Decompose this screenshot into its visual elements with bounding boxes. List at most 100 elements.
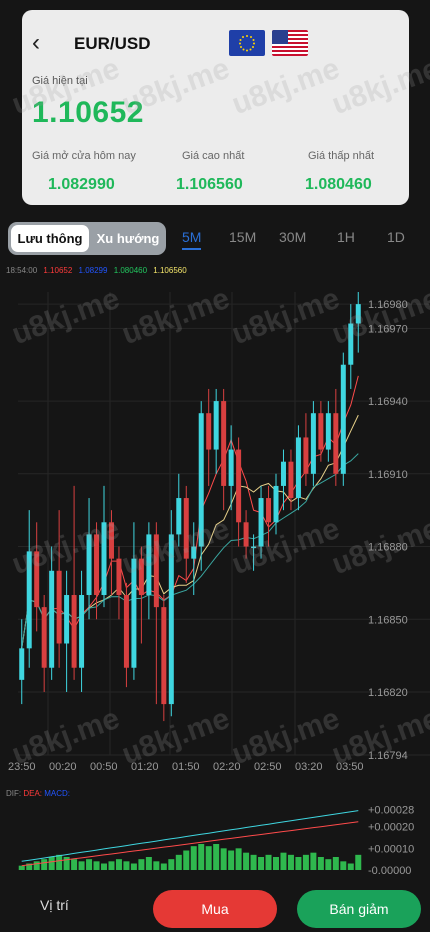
candle-body [251, 546, 257, 549]
y-tick-label: 1.16880 [368, 542, 408, 554]
candle-body [49, 570, 55, 668]
buy-button[interactable]: Mua [153, 890, 277, 928]
macd-bar [123, 861, 130, 870]
x-tick-label: 02:50 [254, 761, 282, 773]
macd-dif-line [21, 810, 359, 862]
candle-body [273, 485, 279, 523]
macd-bar [280, 852, 287, 870]
macd-bar [355, 854, 362, 870]
macd-bar [258, 857, 265, 870]
candle-body [266, 498, 272, 523]
candle-body [333, 413, 339, 474]
position-button[interactable]: Vị trí [40, 897, 69, 913]
x-tick-label: 00:50 [90, 761, 118, 773]
candle-body [191, 546, 197, 559]
macd-bar [235, 848, 242, 870]
y-tick-label: 1.16940 [368, 396, 408, 408]
macd-bar [220, 848, 227, 870]
macd-y-tick-label: +0.00010 [368, 843, 414, 855]
candle-body [64, 595, 70, 644]
candle-body [71, 595, 77, 668]
candle-body [176, 498, 182, 535]
candle-body [138, 558, 144, 596]
macd-bar [287, 854, 294, 870]
macd-bar [198, 844, 205, 870]
y-tick-label: 1.16980 [368, 299, 408, 311]
macd-bar [130, 863, 137, 870]
candle-body [168, 534, 174, 705]
macd-bar [190, 846, 197, 870]
x-tick-label: 00:20 [49, 761, 77, 773]
macd-bar [86, 859, 93, 870]
candle-body [280, 461, 286, 486]
macd-bar [41, 859, 48, 870]
candle-body [79, 595, 85, 668]
candle-body [340, 364, 346, 474]
macd-bar [265, 854, 272, 870]
candle-body [41, 607, 47, 668]
macd-bar [213, 844, 220, 870]
macd-bar [183, 850, 190, 870]
macd-bar [243, 852, 250, 870]
candle-body [153, 534, 159, 608]
macd-bar [160, 863, 167, 870]
candle-body [101, 522, 107, 596]
candle-body [213, 401, 219, 450]
macd-bar [205, 846, 212, 870]
macd-bar [115, 859, 122, 870]
macd-bar [302, 854, 309, 870]
candle-body [228, 449, 234, 486]
macd-bar [63, 857, 70, 870]
macd-bar [228, 850, 235, 870]
macd-bar [78, 861, 85, 870]
candle-body [310, 413, 316, 474]
macd-bar [175, 854, 182, 870]
macd-y-tick-label: +0.00020 [368, 822, 414, 834]
macd-bar [145, 857, 152, 870]
macd-bar [168, 859, 175, 870]
macd-bar [347, 863, 354, 870]
candle-body [26, 551, 32, 649]
candle-body [258, 498, 264, 547]
candle-body [131, 558, 137, 668]
candle-body [303, 437, 309, 474]
candlestick-chart[interactable]: 1.16980 1.16970 1.16940 1.16910 1.16880 1.168… [0, 0, 430, 880]
candle-body [34, 551, 40, 608]
macd-bar [325, 859, 332, 870]
macd-bar [56, 854, 63, 870]
candle-body [325, 413, 331, 450]
macd-dif-label: DIF: [6, 789, 22, 798]
candle-body [86, 534, 92, 596]
macd-bar [18, 865, 25, 870]
macd-bar [250, 854, 257, 870]
y-tick-label: 1.16910 [368, 469, 408, 481]
macd-dea-label: DEA: [23, 789, 43, 798]
candle-body [355, 304, 361, 324]
x-tick-label: 23:50 [8, 761, 36, 773]
candle-body [146, 534, 152, 596]
macd-legend: DIF: DEA: MACD: [6, 789, 70, 798]
macd-bar [48, 857, 55, 870]
x-tick-label: 01:20 [131, 761, 159, 773]
x-tick-label: 01:50 [172, 761, 200, 773]
candle-body [123, 595, 129, 668]
candle-body [206, 413, 212, 450]
y-tick-label: 1.16850 [368, 614, 408, 626]
candle-body [236, 449, 242, 523]
sell-button[interactable]: Bán giảm [297, 890, 421, 928]
macd-bar [108, 861, 115, 870]
candle-body [161, 607, 167, 705]
candle-body [198, 413, 204, 547]
candle-body [56, 570, 62, 644]
candle-body [295, 437, 301, 499]
macd-bar [33, 861, 40, 870]
macd-bar [317, 857, 324, 870]
candle-body [183, 498, 189, 559]
macd-y-tick-label: -0.00000 [368, 865, 411, 877]
candle-body [108, 522, 114, 559]
y-tick-label: 1.16820 [368, 687, 408, 699]
macd-bar [310, 852, 317, 870]
y-tick-label: 1.16794 [368, 750, 408, 762]
candle-body [94, 534, 100, 596]
macd-bar [93, 861, 100, 870]
